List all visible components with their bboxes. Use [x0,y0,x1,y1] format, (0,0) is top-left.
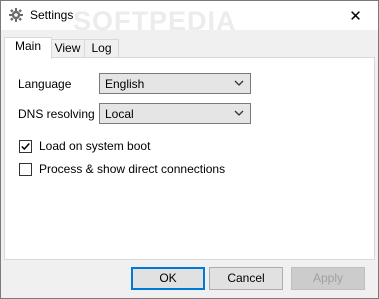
window-title: Settings [30,8,74,22]
main-tab-panel: Language English DNS resolving Local Loa… [4,57,375,260]
direct-connections-checkbox[interactable] [19,163,32,176]
language-label: Language [18,77,72,91]
dns-value: Local [105,107,134,121]
language-value: English [105,77,145,91]
title-bar: Settings SOFTPEDIA ✕ [1,1,378,36]
ok-button[interactable]: OK [131,267,205,290]
chevron-down-icon [233,107,245,119]
tab-main[interactable]: Main [4,37,52,59]
load-on-boot-label: Load on system boot [39,139,151,153]
tab-view[interactable]: View [49,39,86,58]
check-icon [21,142,30,151]
settings-window: Settings SOFTPEDIA ✕ Main View Log Langu… [0,0,379,299]
dns-label: DNS resolving [18,107,95,121]
tab-bar: Main View Log [1,37,378,59]
load-on-boot-checkbox[interactable] [19,140,32,153]
dns-select[interactable]: Local [99,103,251,124]
close-icon: ✕ [349,7,362,25]
close-button[interactable]: ✕ [333,1,378,30]
cancel-button[interactable]: Cancel [209,267,283,290]
apply-button[interactable]: Apply [291,267,365,290]
watermark: SOFTPEDIA [73,6,237,36]
chevron-down-icon [233,77,245,89]
language-select[interactable]: English [99,73,251,94]
gear-icon [8,7,24,23]
direct-connections-label: Process & show direct connections [39,162,226,176]
tab-log[interactable]: Log [84,39,119,58]
